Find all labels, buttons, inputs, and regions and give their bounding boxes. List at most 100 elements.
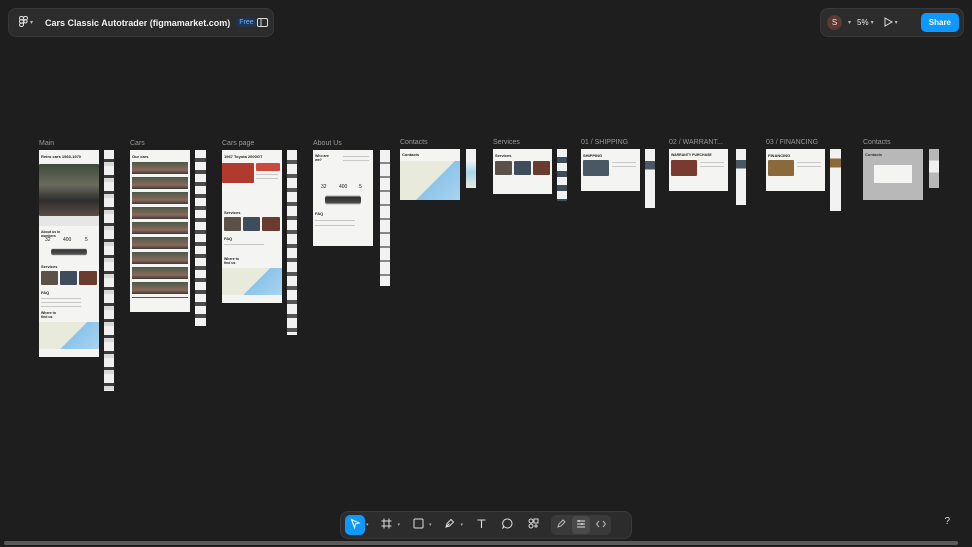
main-menu-button[interactable]: ▾ — [9, 14, 39, 32]
frame-label-contacts-2[interactable]: Contacts — [863, 139, 891, 146]
frame-shipping[interactable]: SHIPPING — [581, 149, 640, 191]
frame-label-warranty[interactable]: 02 / WARRANT... — [669, 139, 723, 146]
text-tool-button[interactable] — [471, 515, 491, 535]
mobile-frame-cars-page[interactable] — [287, 150, 297, 335]
frame-contacts-modal[interactable]: Contacts — [863, 149, 923, 200]
comment-tool-button[interactable] — [497, 515, 517, 535]
mobile-frame-main[interactable] — [104, 150, 114, 391]
about-stat-2: 400 — [339, 184, 348, 190]
design-mode-button[interactable] — [572, 516, 591, 534]
mobile-frame-contacts[interactable] — [466, 149, 476, 188]
mobile-frame-financing[interactable] — [830, 149, 841, 211]
plan-badge[interactable]: Free — [236, 18, 257, 27]
move-tool-button[interactable] — [345, 515, 365, 535]
rectangle-icon — [413, 516, 424, 534]
frame-about-us[interactable]: Who are we? 32 400 5 FAQ — [313, 150, 373, 246]
shipping-image — [583, 160, 609, 176]
bottom-toolbar: ▾ ▾ ▾ ▾ — [340, 511, 632, 539]
chevron-down-icon[interactable]: ▾ — [461, 522, 464, 528]
chevron-down-icon[interactable]: ▾ — [398, 522, 401, 528]
chevron-down-icon: ▾ — [894, 20, 898, 26]
mobile-frame-warranty[interactable] — [736, 149, 746, 205]
play-icon — [884, 14, 893, 32]
mobile-frame-shipping[interactable] — [645, 149, 655, 208]
vintage-car-image — [325, 193, 361, 207]
warranty-image — [671, 160, 697, 176]
comment-icon — [501, 516, 513, 534]
dev-mode-button[interactable] — [592, 516, 610, 534]
design-icon — [576, 516, 586, 534]
cursor-icon — [350, 516, 361, 534]
frame-label-cars[interactable]: Cars — [130, 140, 145, 147]
car-main-image — [222, 163, 254, 183]
frame-cars[interactable]: Our cars — [130, 150, 190, 312]
frame-contacts[interactable]: Contacts — [400, 149, 460, 200]
frame-services[interactable]: Services — [493, 149, 552, 194]
actions-tool-button[interactable] — [523, 515, 543, 535]
frame-main[interactable]: Retro cars 1960-1970 About us in numbers… — [39, 150, 99, 357]
service-image-2 — [60, 271, 77, 285]
spec-line — [256, 174, 278, 175]
file-title[interactable]: Cars Classic Autotrader (figmamarket.com… — [45, 18, 230, 28]
chevron-down-icon[interactable]: ▾ — [366, 522, 369, 528]
text-line — [700, 162, 724, 163]
mobile-frame-contacts-modal[interactable] — [929, 149, 939, 188]
main-stat-1: 32 — [45, 237, 51, 243]
hero-car-image — [39, 164, 99, 216]
mobile-frame-cars[interactable] — [195, 150, 206, 326]
frame-label-financing[interactable]: 03 / FINANCING — [766, 139, 818, 146]
frame-label-about-us[interactable]: About Us — [313, 140, 342, 147]
chevron-down-icon[interactable]: ▾ — [848, 19, 851, 26]
frame-label-cars-page[interactable]: Cars page — [222, 140, 254, 147]
faq-divider — [315, 225, 355, 226]
about-stat-1: 32 — [321, 184, 327, 190]
share-button[interactable]: Share — [920, 13, 959, 32]
hero-caption-bar — [39, 216, 99, 226]
main-stat-3: 5 — [85, 237, 88, 243]
help-button[interactable]: ? — [944, 516, 950, 527]
figma-logo-icon — [18, 14, 28, 32]
service-image-1 — [41, 271, 58, 285]
frame-financing[interactable]: FINANCING — [766, 149, 825, 191]
draw-icon — [556, 516, 566, 534]
chevron-down-icon: ▾ — [30, 20, 34, 26]
car-grid — [132, 162, 188, 298]
actions-icon — [528, 516, 539, 534]
faq-divider — [41, 306, 81, 307]
shape-tool-button[interactable] — [408, 515, 428, 535]
frame-label-contacts[interactable]: Contacts — [400, 139, 428, 146]
main-where-heading: Where to find us — [41, 311, 56, 319]
zoom-control[interactable]: 5% ▾ — [857, 18, 874, 27]
car-thumb — [256, 163, 280, 171]
main-services-heading: Services — [41, 264, 58, 269]
sidebar-toggle-icon[interactable] — [256, 18, 268, 27]
vintage-car-image — [51, 246, 87, 258]
text-line — [797, 166, 821, 167]
mobile-frame-services[interactable] — [557, 149, 567, 201]
frame-warranty[interactable]: WARRANTY PURCHASE — [669, 149, 728, 191]
frame-label-main[interactable]: Main — [39, 140, 54, 147]
text-line — [343, 160, 369, 161]
canvas[interactable]: Main Cars Cars page About Us Contacts Se… — [0, 0, 972, 547]
pen-tool-button[interactable] — [440, 515, 460, 535]
mobile-frame-about-us[interactable] — [380, 150, 390, 286]
frame-label-services[interactable]: Services — [493, 139, 520, 146]
scrollbar-thumb[interactable] — [4, 541, 958, 545]
warranty-heading: WARRANTY PURCHASE — [671, 153, 712, 157]
frame-label-shipping[interactable]: 01 / SHIPPING — [581, 139, 628, 146]
draw-mode-button[interactable] — [552, 516, 570, 534]
header-actions: S ▾ 5% ▾ ▾ Share — [820, 8, 964, 37]
cars-heading: Our cars — [132, 154, 149, 159]
chevron-down-icon[interactable]: ▾ — [429, 522, 432, 528]
frame-tool-button[interactable] — [377, 515, 397, 535]
present-button[interactable]: ▾ — [884, 14, 898, 32]
faq-divider — [41, 302, 81, 303]
pen-icon — [444, 516, 455, 534]
text-line — [700, 166, 724, 167]
frame-cars-page[interactable]: 1967 Toyota 2000GT Services FAQ Where to… — [222, 150, 282, 303]
faq-divider — [315, 220, 355, 221]
avatar[interactable]: S — [827, 15, 842, 30]
horizontal-scrollbar[interactable] — [4, 541, 958, 545]
contacts-modal-heading: Contacts — [865, 152, 883, 157]
text-line — [797, 162, 821, 163]
